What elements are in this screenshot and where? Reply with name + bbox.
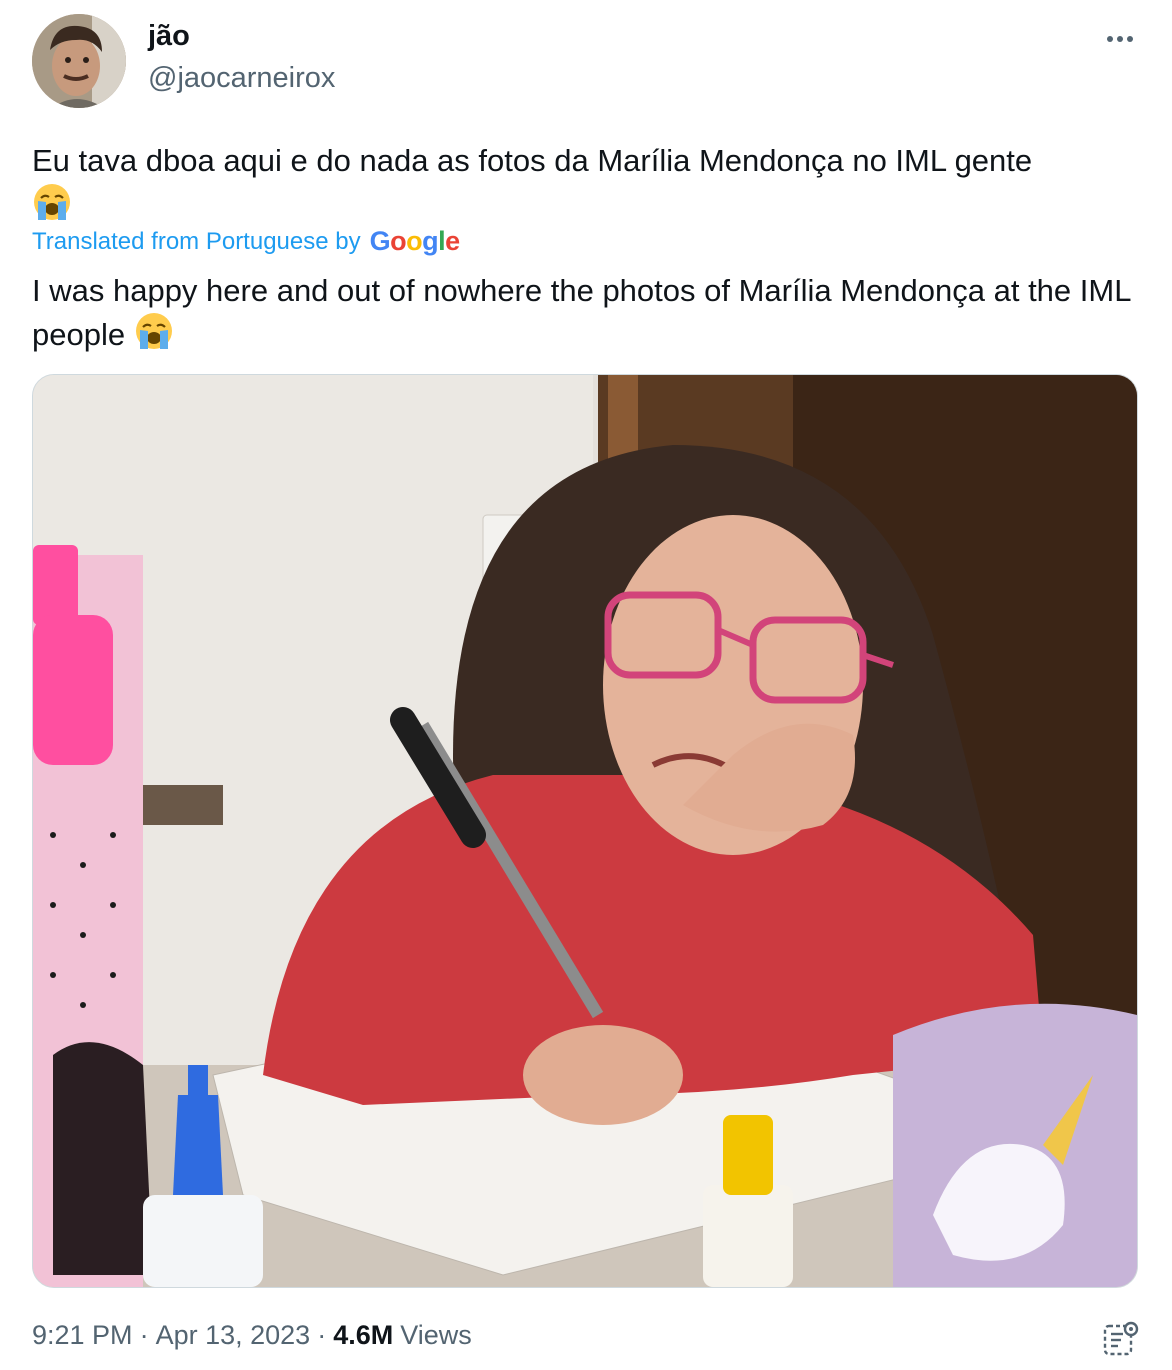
tweet-time-link[interactable]: 9:21 PM — [32, 1320, 133, 1351]
analytics-icon[interactable] — [1102, 1320, 1140, 1358]
tweet-meta: 9:21 PM · Apr 13, 2023 · 4.6M Views — [32, 1320, 472, 1351]
more-options-icon[interactable] — [1100, 24, 1140, 54]
views-count: 4.6M — [333, 1320, 394, 1350]
translated-label: Translated from Portuguese by — [32, 227, 361, 255]
views-label: Views — [400, 1320, 472, 1350]
author-handle[interactable]: @jaocarneirox — [148, 62, 335, 95]
tweet-photo[interactable] — [32, 374, 1138, 1288]
tweet-original-text: Eu tava dboa aqui e do nada as fotos da … — [32, 140, 1142, 233]
meta-separator: · — [139, 1320, 149, 1350]
avatar-image — [32, 14, 126, 108]
google-logo: Google — [369, 226, 461, 256]
tweet-date-link[interactable]: Apr 13, 2023 — [156, 1320, 311, 1351]
original-text: Eu tava dboa aqui e do nada as fotos da … — [32, 143, 1033, 178]
translation-text: I was happy here and out of nowhere the … — [32, 273, 1131, 352]
tweet-translation-text: I was happy here and out of nowhere the … — [32, 271, 1142, 361]
crying-face-emoji-icon — [134, 311, 174, 361]
photo-crying-girl-image — [33, 375, 1137, 1287]
translated-from-link[interactable]: Translated from Portuguese by Google — [32, 226, 460, 257]
avatar[interactable] — [32, 14, 126, 108]
author-display-name[interactable]: jão — [148, 20, 190, 53]
tweet: jão @jaocarneirox Eu tava dboa aqui e do… — [0, 0, 1172, 1370]
meta-separator: · — [317, 1320, 327, 1350]
